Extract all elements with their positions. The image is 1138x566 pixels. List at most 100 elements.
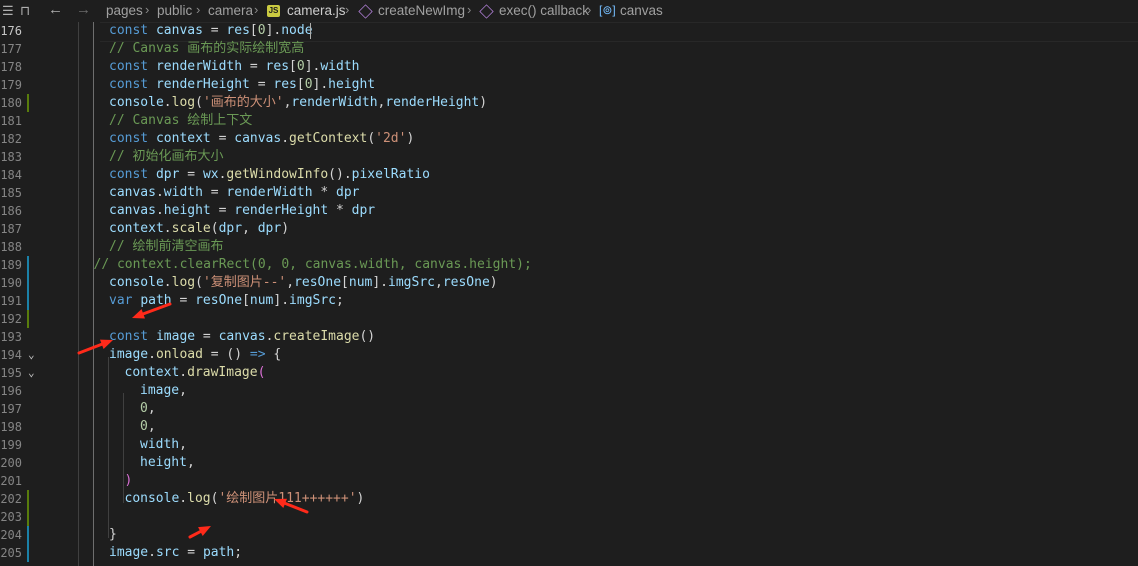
code-line[interactable]: 186 canvas.height = renderHeight * dpr: [0, 202, 1138, 220]
code-token: console: [124, 491, 180, 506]
code-line[interactable]: 188 // 绘制前清空画布: [0, 238, 1138, 256]
git-change-marker[interactable]: [27, 490, 29, 508]
fold-chevron-icon[interactable]: ⌄: [28, 364, 35, 382]
code-line[interactable]: 204}: [0, 526, 1138, 544]
code-line[interactable]: 195 ⌄ context.drawImage(: [0, 364, 1138, 382]
code-line[interactable]: 178 const renderWidth = res[0].width: [0, 58, 1138, 76]
code-token: ): [489, 275, 498, 290]
breadcrumb-file[interactable]: camera.js: [287, 3, 346, 18]
code-line[interactable]: 201): [0, 472, 1138, 490]
code-line[interactable]: 200 height,: [0, 454, 1138, 472]
code-text: var path = resOne[num].imgSrc;: [109, 292, 344, 310]
git-change-marker[interactable]: [27, 544, 29, 562]
code-token: ): [479, 95, 488, 110]
code-line[interactable]: 183 // 初始化画布大小: [0, 148, 1138, 166]
code-token: res: [265, 59, 290, 74]
git-change-marker[interactable]: [27, 94, 29, 112]
code-line[interactable]: 181 // Canvas 绘制上下文: [0, 112, 1138, 130]
git-change-marker[interactable]: [27, 292, 29, 310]
code-line[interactable]: 196 image,: [0, 382, 1138, 400]
code-token: ;: [234, 545, 243, 560]
code-token: const: [109, 77, 156, 92]
code-token: const: [109, 23, 156, 38]
code-token: height: [140, 455, 187, 470]
forward-arrow-icon[interactable]: →: [76, 1, 91, 18]
code-token: const: [109, 329, 156, 344]
breadcrumb-callback[interactable]: exec() callback: [499, 3, 589, 18]
code-token: =: [249, 77, 274, 92]
git-change-marker[interactable]: [27, 274, 29, 292]
outline-icon[interactable]: ☰: [2, 3, 14, 19]
bookmark-icon[interactable]: ⊓: [20, 3, 30, 19]
code-token: ,: [147, 419, 156, 434]
code-token: console: [109, 95, 164, 110]
code-text: const context = canvas.getContext('2d'): [109, 130, 414, 148]
fold-chevron-icon[interactable]: ⌄: [28, 346, 35, 364]
code-line[interactable]: 199 width,: [0, 436, 1138, 454]
code-token: =: [242, 59, 266, 74]
code-token: ): [124, 473, 133, 488]
code-line[interactable]: 192: [0, 310, 1138, 328]
code-line[interactable]: 193 const image = canvas.createImage(): [0, 328, 1138, 346]
code-line[interactable]: 179 const renderHeight = res[0].height: [0, 76, 1138, 94]
code-token: res: [226, 23, 250, 38]
line-number: 188: [0, 240, 22, 254]
line-number: 205: [0, 546, 22, 560]
code-line[interactable]: 176 const canvas = res[0].node: [0, 22, 1138, 42]
code-token: width: [140, 437, 180, 452]
code-token: .: [155, 185, 164, 200]
code-line[interactable]: 191 var path = resOne[num].imgSrc;: [0, 292, 1138, 310]
code-token: .: [155, 203, 164, 218]
line-number: 200: [0, 456, 22, 470]
code-token: resOne: [195, 293, 243, 308]
code-token: renderHeight: [155, 77, 250, 92]
code-token: .: [163, 275, 172, 290]
code-line[interactable]: 197 0,: [0, 400, 1138, 418]
git-change-marker[interactable]: [27, 310, 29, 328]
code-token: resOne: [442, 275, 490, 290]
code-token: onload: [155, 347, 203, 362]
method-icon: [479, 4, 494, 19]
code-line[interactable]: 187 context.scale(dpr, dpr): [0, 220, 1138, 238]
code-token: ].: [265, 23, 282, 38]
code-line[interactable]: 205 image.src = path;: [0, 544, 1138, 562]
breadcrumb-public[interactable]: public: [157, 3, 192, 18]
code-token: ,: [179, 437, 187, 452]
code-line[interactable]: 180 console.log('画布的大小',renderWidth,rende…: [0, 94, 1138, 112]
code-text: const dpr = wx.getWindowInfo().pixelRati…: [109, 166, 430, 184]
breadcrumb-function[interactable]: createNewImg: [378, 3, 465, 18]
code-line[interactable]: 185 canvas.width = renderWidth * dpr: [0, 184, 1138, 202]
breadcrumb-pages[interactable]: pages: [106, 3, 143, 18]
line-number: 179: [0, 78, 22, 92]
code-token: scale: [171, 221, 211, 236]
breadcrumb-variable[interactable]: canvas: [620, 3, 663, 18]
code-token: getContext: [289, 131, 368, 146]
code-line[interactable]: 182 const context = canvas.getContext('2d…: [0, 130, 1138, 148]
line-number: 180: [0, 96, 22, 110]
chevron-right-icon: ›: [587, 2, 592, 17]
code-token: '复制图片--': [202, 275, 287, 290]
breadcrumb-camera[interactable]: camera: [208, 3, 253, 18]
git-change-marker[interactable]: [27, 526, 29, 544]
code-text: canvas.height = renderHeight * dpr: [109, 202, 375, 220]
code-editor[interactable]: 176 const canvas = res[0].node 177// Canva…: [0, 22, 1138, 566]
git-change-marker[interactable]: [27, 508, 29, 526]
code-text: // Canvas 画布的实际绘制宽高: [109, 40, 304, 58]
code-line[interactable]: 198 0,: [0, 418, 1138, 436]
git-change-marker[interactable]: [27, 256, 29, 274]
code-token: '2d': [375, 131, 407, 146]
code-line[interactable]: 189 // context.clearRect(0, 0, canvas.wid…: [0, 256, 1138, 274]
code-line[interactable]: 203: [0, 508, 1138, 526]
code-token: ,: [186, 455, 195, 470]
code-line[interactable]: 184 const dpr = wx.getWindowInfo().pixelR…: [0, 166, 1138, 184]
code-line[interactable]: 194 ⌄ image.onload = () => {: [0, 346, 1138, 364]
code-token: (: [195, 275, 203, 290]
code-line[interactable]: 177 // Canvas 画布的实际绘制宽高: [0, 40, 1138, 58]
code-token: .: [281, 131, 290, 146]
code-token: ().: [328, 167, 352, 182]
code-line[interactable]: 202 console.log('绘制图片111++++++'): [0, 490, 1138, 508]
code-token: renderWidth: [226, 185, 313, 200]
line-number: 193: [0, 330, 22, 344]
back-arrow-icon[interactable]: ←: [48, 1, 63, 18]
code-line[interactable]: 190 console.log('复制图片--',resOne[num].imgS…: [0, 274, 1138, 292]
